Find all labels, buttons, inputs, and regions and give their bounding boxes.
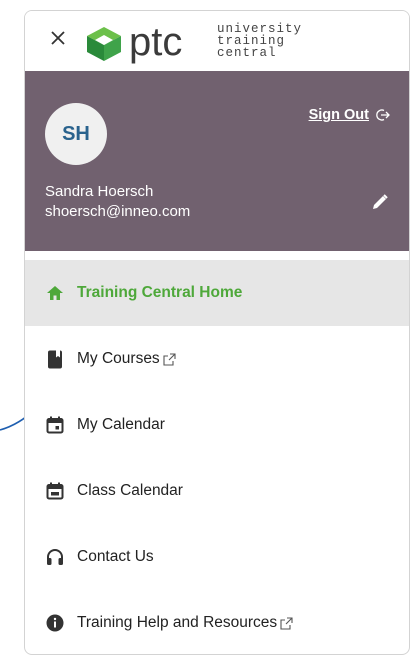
nav-item-label: My Courses xyxy=(77,350,160,367)
pencil-icon[interactable] xyxy=(371,193,389,211)
book-icon xyxy=(45,349,65,369)
nav-item-label: My Calendar xyxy=(77,416,165,433)
headset-icon xyxy=(45,547,65,567)
nav-item-label: Class Calendar xyxy=(77,482,183,499)
calendar-icon xyxy=(45,415,65,435)
user-email: shoersch@inneo.com xyxy=(45,203,191,220)
ptc-logo-mark-icon xyxy=(87,27,121,61)
nav-item-training-help-and-resources[interactable]: Training Help and Resources xyxy=(25,590,409,654)
external-link-icon xyxy=(163,352,176,366)
calendar-icon xyxy=(45,481,65,501)
logo-brand-text: ptc xyxy=(129,20,183,64)
navigation-panel: ptc university training central SH Sign … xyxy=(24,10,410,655)
nav-item-label: Training Central Home xyxy=(77,284,243,301)
logo-subtitle: university training central xyxy=(217,23,302,60)
sign-out-icon xyxy=(376,109,390,121)
home-icon xyxy=(45,283,65,303)
nav-item-label: Training Help and Resources xyxy=(77,614,278,631)
info-icon xyxy=(45,613,65,633)
ptc-logo: ptc university training central xyxy=(85,20,325,66)
nav-item-class-calendar[interactable]: Class Calendar xyxy=(25,458,409,524)
nav-item-my-courses[interactable]: My Courses xyxy=(25,326,409,392)
sign-out-label: Sign Out xyxy=(308,107,369,123)
nav-item-my-calendar[interactable]: My Calendar xyxy=(25,392,409,458)
nav-item-label: Contact Us xyxy=(77,548,154,565)
avatar: SH xyxy=(45,103,107,165)
logo-subtitle-line: central xyxy=(217,46,277,60)
user-profile-section: SH Sign Out Sandra Hoersch shoersch@inne… xyxy=(25,71,409,251)
sign-out-link[interactable]: Sign Out xyxy=(309,107,391,123)
panel-header: ptc university training central xyxy=(25,11,409,71)
external-link-icon xyxy=(280,616,293,630)
nav-item-training-central-home[interactable]: Training Central Home xyxy=(25,260,409,326)
user-name: Sandra Hoersch xyxy=(45,183,154,200)
nav-item-contact-us[interactable]: Contact Us xyxy=(25,524,409,590)
close-icon[interactable] xyxy=(47,27,69,49)
